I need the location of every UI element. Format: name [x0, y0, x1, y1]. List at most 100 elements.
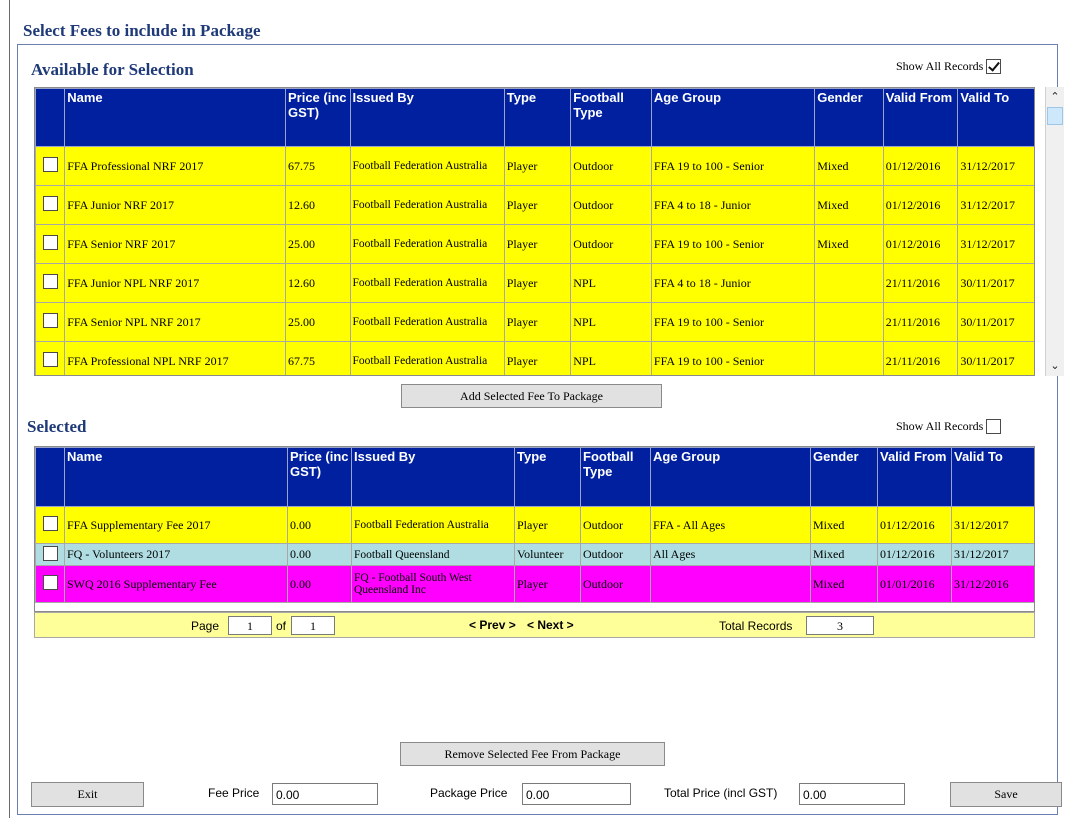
col-valid-to[interactable]: Valid To: [957, 88, 1034, 147]
table-row[interactable]: SWQ 2016 Supplementary Fee 0.00 FQ - Foo…: [35, 565, 1034, 603]
cell-valid-to: 31/12/2016: [951, 565, 1034, 603]
row-checkbox[interactable]: [42, 575, 58, 590]
cell-football-type: NPL: [570, 341, 652, 375]
cell-price: 0.00: [287, 506, 352, 544]
fee-price-input[interactable]: 0.00: [272, 783, 378, 805]
cell-age-group: FFA 19 to 100 - Senior: [650, 341, 816, 375]
scroll-down-icon[interactable]: ⌄: [1046, 356, 1064, 376]
pager-next-link[interactable]: < Next >: [527, 618, 574, 632]
cell-valid-to: 31/12/2017: [951, 506, 1034, 544]
cell-name: FFA Professional NPL NRF 2017: [64, 341, 286, 375]
selected-table: Name Price (inc GST) Issued By Type Foot…: [35, 447, 1034, 603]
col-age-group[interactable]: Age Group: [650, 88, 816, 147]
cell-football-type: Outdoor: [570, 185, 652, 225]
cell-issued-by: Football Federation Australia: [349, 185, 505, 225]
col-valid-from[interactable]: Valid From: [877, 447, 952, 507]
scroll-thumb[interactable]: [1047, 107, 1063, 125]
cell-type: Player: [514, 506, 581, 544]
table-row[interactable]: FFA Junior NRF 2017 12.60 Football Feder…: [35, 185, 1034, 225]
table-row[interactable]: FFA Professional NPL NRF 2017 67.75 Foot…: [35, 341, 1034, 375]
available-show-all: Show All Records: [896, 59, 1002, 74]
selected-header-row: Name Price (inc GST) Issued By Type Foot…: [35, 447, 1034, 507]
cell-valid-from: 21/11/2016: [882, 341, 959, 375]
col-select: [35, 447, 65, 507]
col-issued-by[interactable]: Issued By: [349, 88, 505, 147]
cell-age-group: [650, 565, 811, 603]
table-row[interactable]: FFA Senior NRF 2017 25.00 Football Feder…: [35, 224, 1034, 264]
col-price[interactable]: Price (inc GST): [287, 447, 352, 507]
col-price[interactable]: Price (inc GST): [284, 88, 351, 147]
cell-age-group: FFA 19 to 100 - Senior: [650, 302, 816, 342]
col-valid-to[interactable]: Valid To: [951, 447, 1034, 507]
pager-total-records-value: 3: [806, 616, 874, 635]
cell-gender: Mixed: [814, 185, 884, 225]
col-name[interactable]: Name: [64, 88, 286, 147]
pager-page-label: Page: [191, 619, 220, 633]
cell-valid-from: 01/12/2016: [882, 146, 959, 186]
cell-gender: Mixed: [810, 565, 878, 603]
save-button[interactable]: Save: [950, 782, 1062, 807]
cell-issued-by: Football Federation Australia: [349, 341, 505, 375]
cell-football-type: Outdoor: [580, 565, 651, 603]
available-grid: Name Price (inc GST) Issued By Type Foot…: [34, 87, 1035, 376]
exit-button[interactable]: Exit: [31, 782, 144, 807]
cell-valid-from: 01/12/2016: [882, 224, 959, 264]
cell-valid-from: 01/12/2016: [882, 185, 959, 225]
cell-name: SWQ 2016 Supplementary Fee: [64, 565, 288, 603]
cell-football-type: Outdoor: [580, 543, 651, 566]
cell-valid-to: 31/12/2017: [957, 224, 1034, 264]
cell-type: Volunteer: [514, 543, 581, 566]
row-checkbox[interactable]: [42, 157, 58, 172]
row-checkbox[interactable]: [42, 352, 58, 367]
col-age-group[interactable]: Age Group: [650, 447, 811, 507]
left-border-line: [9, 0, 10, 818]
cell-price: 67.75: [284, 341, 351, 375]
col-name[interactable]: Name: [64, 447, 288, 507]
cell-football-type: NPL: [570, 263, 652, 303]
cell-valid-from: 21/11/2016: [882, 263, 959, 303]
col-gender[interactable]: Gender: [810, 447, 878, 507]
scroll-up-icon[interactable]: ⌃: [1046, 87, 1064, 107]
table-row[interactable]: FFA Senior NPL NRF 2017 25.00 Football F…: [35, 302, 1034, 342]
row-checkbox[interactable]: [42, 235, 58, 250]
row-checkbox[interactable]: [42, 516, 58, 531]
table-row[interactable]: FFA Supplementary Fee 2017 0.00 Football…: [35, 506, 1034, 544]
available-scrollbar[interactable]: ⌃ ⌄: [1045, 87, 1064, 376]
cell-type: Player: [503, 263, 572, 303]
col-issued-by[interactable]: Issued By: [351, 447, 515, 507]
col-gender[interactable]: Gender: [814, 88, 884, 147]
pager-prev-link[interactable]: < Prev >: [469, 618, 516, 632]
table-row[interactable]: FQ - Volunteers 2017 0.00 Football Queen…: [35, 543, 1034, 566]
pager-page-input[interactable]: 1: [228, 616, 272, 635]
cell-age-group: FFA 4 to 18 - Junior: [650, 185, 816, 225]
cell-gender: [814, 341, 884, 375]
cell-age-group: FFA 4 to 18 - Junior: [650, 263, 816, 303]
available-show-all-checkbox[interactable]: [986, 59, 1002, 74]
package-price-input[interactable]: 0.00: [522, 783, 631, 805]
selected-show-all-label: Show All Records: [896, 419, 984, 433]
cell-issued-by: Football Queensland: [351, 543, 515, 566]
row-checkbox[interactable]: [42, 274, 58, 289]
cell-issued-by: Football Federation Australia: [349, 146, 505, 186]
selected-show-all-checkbox[interactable]: [986, 419, 1002, 434]
cell-age-group: FFA 19 to 100 - Senior: [650, 146, 816, 186]
cell-valid-to: 31/12/2017: [951, 543, 1034, 566]
row-checkbox[interactable]: [42, 313, 58, 328]
col-football-type[interactable]: Football Type: [580, 447, 651, 507]
col-type[interactable]: Type: [514, 447, 581, 507]
cell-name: FFA Professional NRF 2017: [64, 146, 286, 186]
col-type[interactable]: Type: [503, 88, 572, 147]
table-row[interactable]: FFA Professional NRF 2017 67.75 Football…: [35, 146, 1034, 186]
col-valid-from[interactable]: Valid From: [882, 88, 959, 147]
row-checkbox[interactable]: [42, 196, 58, 211]
row-checkbox[interactable]: [42, 545, 58, 561]
cell-gender: Mixed: [814, 224, 884, 264]
row-checkbox-cell: [35, 543, 65, 566]
row-checkbox-cell: [35, 302, 66, 342]
total-price-input[interactable]: 0.00: [799, 783, 905, 805]
col-football-type[interactable]: Football Type: [570, 88, 652, 147]
add-selected-fee-button[interactable]: Add Selected Fee To Package: [401, 384, 662, 408]
table-row[interactable]: FFA Junior NPL NRF 2017 12.60 Football F…: [35, 263, 1034, 303]
package-price-label: Package Price: [430, 786, 508, 800]
remove-selected-fee-button[interactable]: Remove Selected Fee From Package: [400, 742, 665, 766]
